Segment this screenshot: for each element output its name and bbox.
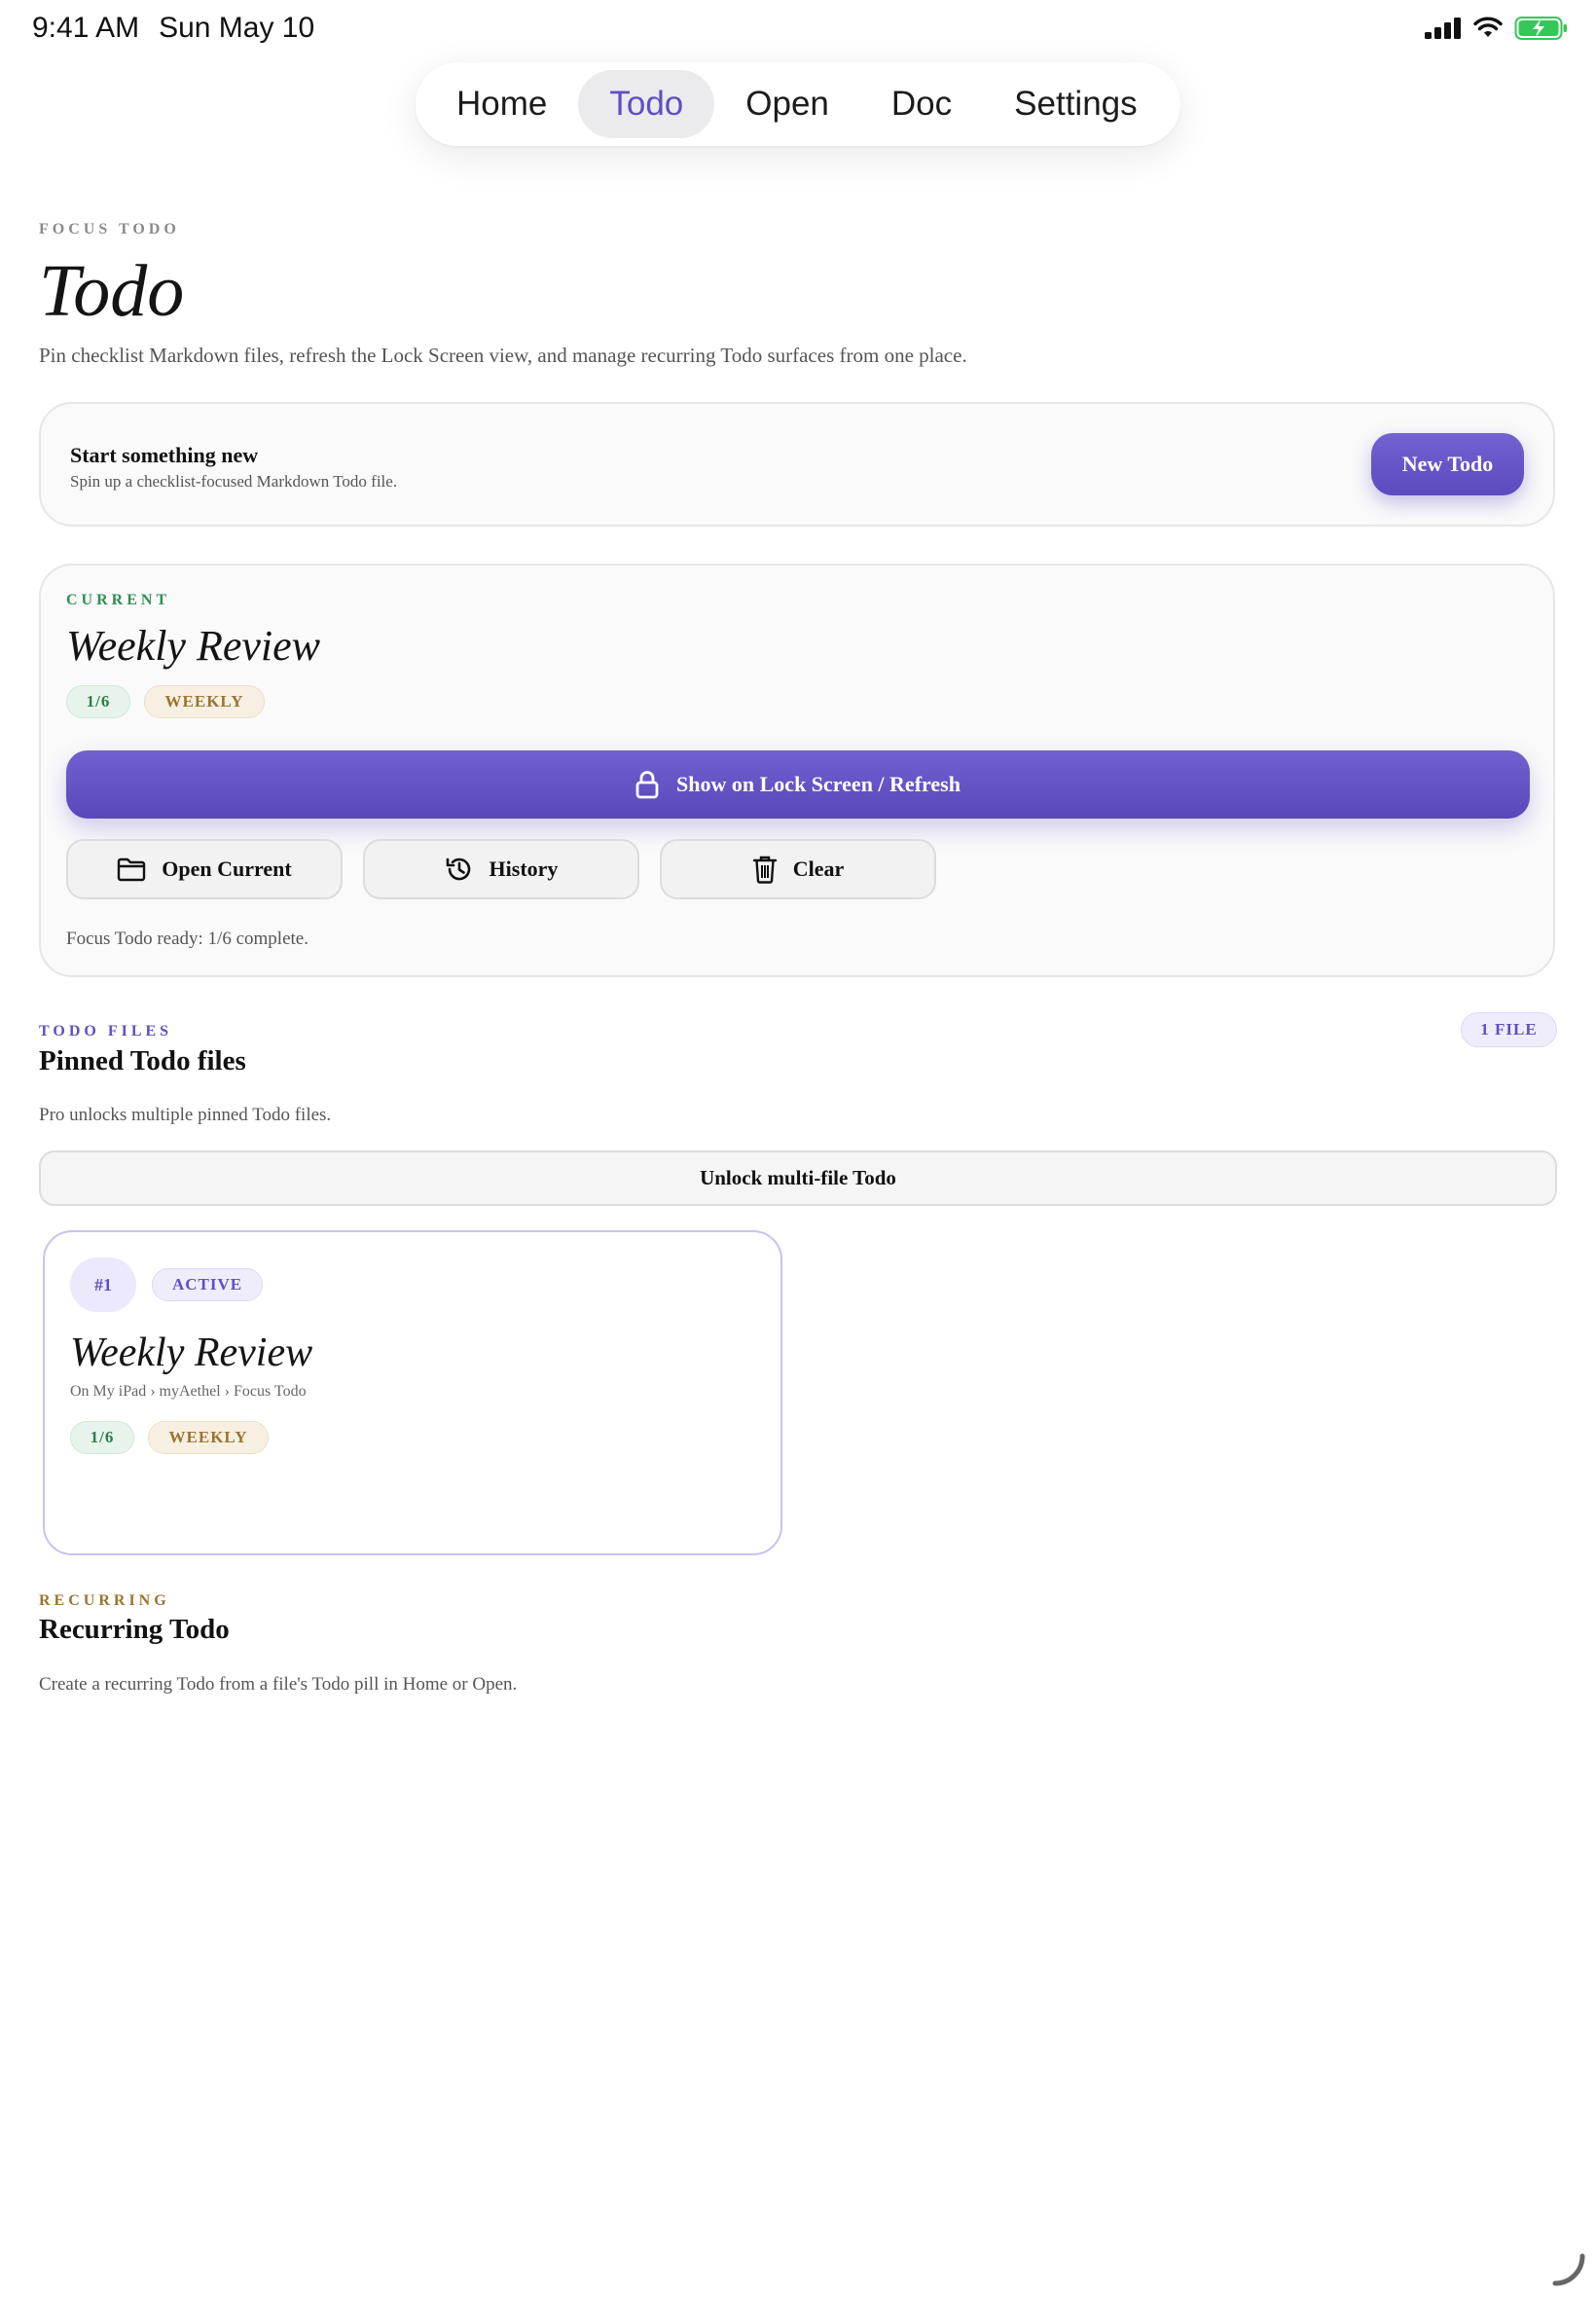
status-time: 9:41 AM xyxy=(32,12,140,44)
current-todo-card: CURRENT Weekly Review 1/6 WEEKLY Show on… xyxy=(39,564,1555,977)
tab-open[interactable]: Open xyxy=(714,70,860,138)
todo-files-eyebrow: TODO FILES xyxy=(39,1023,173,1039)
pinned-file-card[interactable]: #1 ACTIVE Weekly Review On My iPad › myA… xyxy=(43,1230,782,1555)
open-current-button[interactable]: Open Current xyxy=(66,839,343,899)
recurring-eyebrow: RECURRING xyxy=(39,1592,170,1609)
pinned-files-title: Pinned Todo files xyxy=(39,1045,246,1076)
file-frequency-pill: WEEKLY xyxy=(148,1421,269,1454)
status-date: Sun May 10 xyxy=(159,12,315,44)
page-subtitle: Pin checklist Markdown files, refresh th… xyxy=(39,344,967,367)
status-bar-clock: 9:41 AM Sun May 10 xyxy=(32,12,314,45)
page-title: Todo xyxy=(39,250,185,332)
file-name: Weekly Review xyxy=(70,1331,313,1375)
current-todo-name: Weekly Review xyxy=(66,622,320,670)
unlock-multi-file-button[interactable]: Unlock multi-file Todo xyxy=(39,1150,1557,1206)
show-on-lock-screen-button[interactable]: Show on Lock Screen / Refresh xyxy=(66,750,1530,819)
lock-screen-button-label: Show on Lock Screen / Refresh xyxy=(676,772,961,796)
cellular-signal-icon xyxy=(1425,18,1461,39)
pinned-files-note: Pro unlocks multiple pinned Todo files. xyxy=(39,1105,332,1125)
tab-settings[interactable]: Settings xyxy=(983,70,1168,138)
lock-icon xyxy=(635,771,659,799)
clear-button[interactable]: Clear xyxy=(660,839,936,899)
progress-pill: 1/6 xyxy=(66,685,130,718)
new-todo-title: Start something new xyxy=(70,443,259,467)
new-todo-description: Spin up a checklist-focused Markdown Tod… xyxy=(70,472,398,491)
resize-corner-indicator xyxy=(1552,2253,1585,2286)
open-current-label: Open Current xyxy=(162,857,292,881)
frequency-pill: WEEKLY xyxy=(144,685,265,718)
history-label: History xyxy=(489,857,559,881)
top-navigation: Home Todo Open Doc Settings xyxy=(416,62,1180,146)
trash-icon xyxy=(752,856,777,884)
file-count-badge: 1 FILE xyxy=(1461,1012,1557,1047)
file-progress-pill: 1/6 xyxy=(70,1421,134,1454)
folder-icon xyxy=(118,857,146,882)
tab-doc[interactable]: Doc xyxy=(860,70,983,138)
file-path: On My iPad › myAethel › Focus Todo xyxy=(70,1383,307,1400)
current-status-text: Focus Todo ready: 1/6 complete. xyxy=(66,929,308,949)
history-button[interactable]: History xyxy=(363,839,639,899)
page-eyebrow: FOCUS TODO xyxy=(39,221,180,237)
new-todo-card: Start something new Spin up a checklist-… xyxy=(39,402,1555,527)
clear-label: Clear xyxy=(792,857,845,881)
battery-charging-icon xyxy=(1514,17,1567,40)
history-icon xyxy=(446,857,470,881)
active-badge: ACTIVE xyxy=(152,1268,263,1301)
wifi-icon xyxy=(1473,17,1503,37)
tab-home[interactable]: Home xyxy=(425,70,578,138)
recurring-note: Create a recurring Todo from a file's To… xyxy=(39,1674,518,1695)
file-index-badge: #1 xyxy=(70,1258,136,1312)
new-todo-button[interactable]: New Todo xyxy=(1371,433,1524,495)
tab-todo[interactable]: Todo xyxy=(578,70,715,138)
recurring-title: Recurring Todo xyxy=(39,1614,230,1645)
status-bar-icons xyxy=(1425,16,1569,41)
current-eyebrow: CURRENT xyxy=(66,592,171,608)
